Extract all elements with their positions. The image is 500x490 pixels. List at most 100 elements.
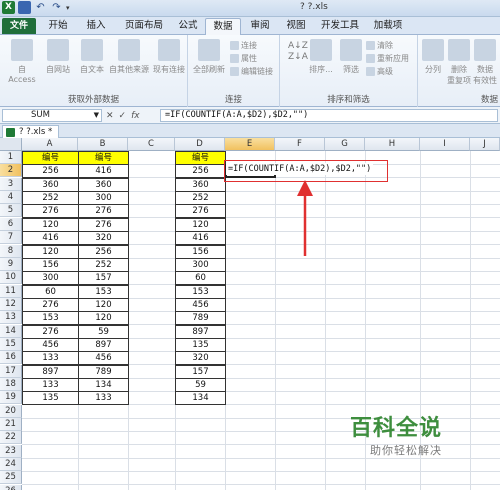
cell-d18[interactable]: 59 xyxy=(175,378,226,392)
from-web-button[interactable]: 自网站 xyxy=(42,39,74,75)
cell-b14[interactable]: 59 xyxy=(78,325,129,339)
tab-page-layout[interactable]: 页面布局 xyxy=(120,18,168,35)
column-header-c[interactable]: C xyxy=(128,138,175,151)
enter-icon[interactable]: ✓ xyxy=(119,111,127,121)
cell-a4[interactable]: 252 xyxy=(22,191,79,205)
formula-input[interactable]: =IF(COUNTIF(A:A,$D2),$D2,"") xyxy=(160,109,498,122)
save-icon[interactable] xyxy=(18,1,31,14)
cell-d7[interactable]: 416 xyxy=(175,231,226,245)
tab-addins[interactable]: 加载项 xyxy=(368,18,408,35)
row-header-21[interactable]: 21 xyxy=(0,418,22,431)
row-header-7[interactable]: 7 xyxy=(0,231,22,244)
column-header-i[interactable]: I xyxy=(420,138,470,151)
cell-d17[interactable]: 157 xyxy=(175,365,226,379)
cell-d13[interactable]: 789 xyxy=(175,311,226,325)
row-header-10[interactable]: 10 xyxy=(0,271,22,284)
row-header-20[interactable]: 20 xyxy=(0,405,22,418)
row-header-14[interactable]: 14 xyxy=(0,325,22,338)
cell-b13[interactable]: 120 xyxy=(78,311,129,325)
cell-a3[interactable]: 360 xyxy=(22,178,79,192)
cell-a9[interactable]: 156 xyxy=(22,258,79,272)
cell-b15[interactable]: 897 xyxy=(78,338,129,352)
cell-d3[interactable]: 360 xyxy=(175,178,226,192)
row-header-1[interactable]: 1 xyxy=(0,151,22,164)
cell-a18[interactable]: 133 xyxy=(22,378,79,392)
row-header-22[interactable]: 22 xyxy=(0,431,22,444)
row-header-26[interactable]: 26 xyxy=(0,485,22,490)
column-header-d[interactable]: D xyxy=(175,138,225,151)
column-header-e[interactable]: E xyxy=(225,138,275,151)
cell-a2[interactable]: 256 xyxy=(22,164,79,178)
text-to-columns-button[interactable]: 分列 xyxy=(420,39,446,75)
cell-d6[interactable]: 120 xyxy=(175,218,226,232)
cell-a16[interactable]: 133 xyxy=(22,351,79,365)
redo-icon[interactable]: ↷ xyxy=(50,1,63,14)
column-header-f[interactable]: F xyxy=(275,138,325,151)
tab-data[interactable]: 数据 xyxy=(205,18,241,35)
tab-formulas[interactable]: 公式 xyxy=(172,18,204,35)
cell-d9[interactable]: 300 xyxy=(175,258,226,272)
row-header-4[interactable]: 4 xyxy=(0,191,22,204)
reapply-button[interactable]: 重新应用 xyxy=(366,53,409,64)
refresh-all-button[interactable]: 全部刷新 xyxy=(192,39,226,75)
row-header-3[interactable]: 3 xyxy=(0,178,22,191)
sort-az-button[interactable]: A↓Z Z↓A xyxy=(288,41,308,63)
cell-a1[interactable]: 编号 xyxy=(22,151,79,165)
connections-button[interactable]: 连接 xyxy=(230,40,257,51)
row-header-8[interactable]: 8 xyxy=(0,245,22,258)
row-header-24[interactable]: 24 xyxy=(0,458,22,471)
undo-icon[interactable]: ↶ xyxy=(34,1,47,14)
row-header-25[interactable]: 25 xyxy=(0,471,22,484)
cell-d1[interactable]: 编号 xyxy=(175,151,226,165)
tab-developer[interactable]: 开发工具 xyxy=(316,18,364,35)
cell-b10[interactable]: 157 xyxy=(78,271,129,285)
column-header-g[interactable]: G xyxy=(325,138,365,151)
name-box-dropdown-icon[interactable]: ▼ xyxy=(94,110,99,121)
cell-d8[interactable]: 156 xyxy=(175,245,226,259)
tab-file[interactable]: 文件 xyxy=(2,18,36,34)
filter-button[interactable]: 筛选 xyxy=(338,39,364,75)
clear-button[interactable]: 清除 xyxy=(366,40,393,51)
row-header-12[interactable]: 12 xyxy=(0,298,22,311)
row-header-11[interactable]: 11 xyxy=(0,285,22,298)
edit-links-button[interactable]: 编辑链接 xyxy=(230,66,273,77)
cell-a15[interactable]: 456 xyxy=(22,338,79,352)
column-header-a[interactable]: A xyxy=(22,138,78,151)
tab-home[interactable]: 开始 xyxy=(42,18,74,35)
cell-b3[interactable]: 360 xyxy=(78,178,129,192)
customize-qat-icon[interactable]: ▾ xyxy=(66,4,70,12)
cell-d14[interactable]: 897 xyxy=(175,325,226,339)
row-header-15[interactable]: 15 xyxy=(0,338,22,351)
cell-b6[interactable]: 276 xyxy=(78,218,129,232)
row-header-13[interactable]: 13 xyxy=(0,311,22,324)
tab-insert[interactable]: 插入 xyxy=(80,18,112,35)
cell-d5[interactable]: 276 xyxy=(175,204,226,218)
insert-function-icon[interactable]: fx xyxy=(131,111,140,121)
advanced-button[interactable]: 高级 xyxy=(366,66,393,77)
cell-a8[interactable]: 120 xyxy=(22,245,79,259)
tab-review[interactable]: 审阅 xyxy=(244,18,276,35)
cell-a6[interactable]: 120 xyxy=(22,218,79,232)
row-header-5[interactable]: 5 xyxy=(0,204,22,217)
column-header-b[interactable]: B xyxy=(78,138,128,151)
cell-b17[interactable]: 789 xyxy=(78,365,129,379)
cell-d10[interactable]: 60 xyxy=(175,271,226,285)
from-access-button[interactable]: 自 Access xyxy=(4,39,40,84)
cell-d4[interactable]: 252 xyxy=(175,191,226,205)
cell-a13[interactable]: 153 xyxy=(22,311,79,325)
existing-connections-button[interactable]: 现有连接 xyxy=(152,39,186,75)
cell-a19[interactable]: 135 xyxy=(22,391,79,405)
cell-d19[interactable]: 134 xyxy=(175,391,226,405)
cell-a17[interactable]: 897 xyxy=(22,365,79,379)
cell-a11[interactable]: 60 xyxy=(22,285,79,299)
cell-a10[interactable]: 300 xyxy=(22,271,79,285)
cell-d12[interactable]: 456 xyxy=(175,298,226,312)
cell-b1[interactable]: 编号 xyxy=(78,151,129,165)
cancel-icon[interactable]: ✕ xyxy=(106,111,114,121)
cell-b2[interactable]: 416 xyxy=(78,164,129,178)
cell-a7[interactable]: 416 xyxy=(22,231,79,245)
cell-b19[interactable]: 133 xyxy=(78,391,129,405)
cell-b4[interactable]: 300 xyxy=(78,191,129,205)
cell-d2[interactable]: 256 xyxy=(175,164,226,178)
row-header-6[interactable]: 6 xyxy=(0,218,22,231)
